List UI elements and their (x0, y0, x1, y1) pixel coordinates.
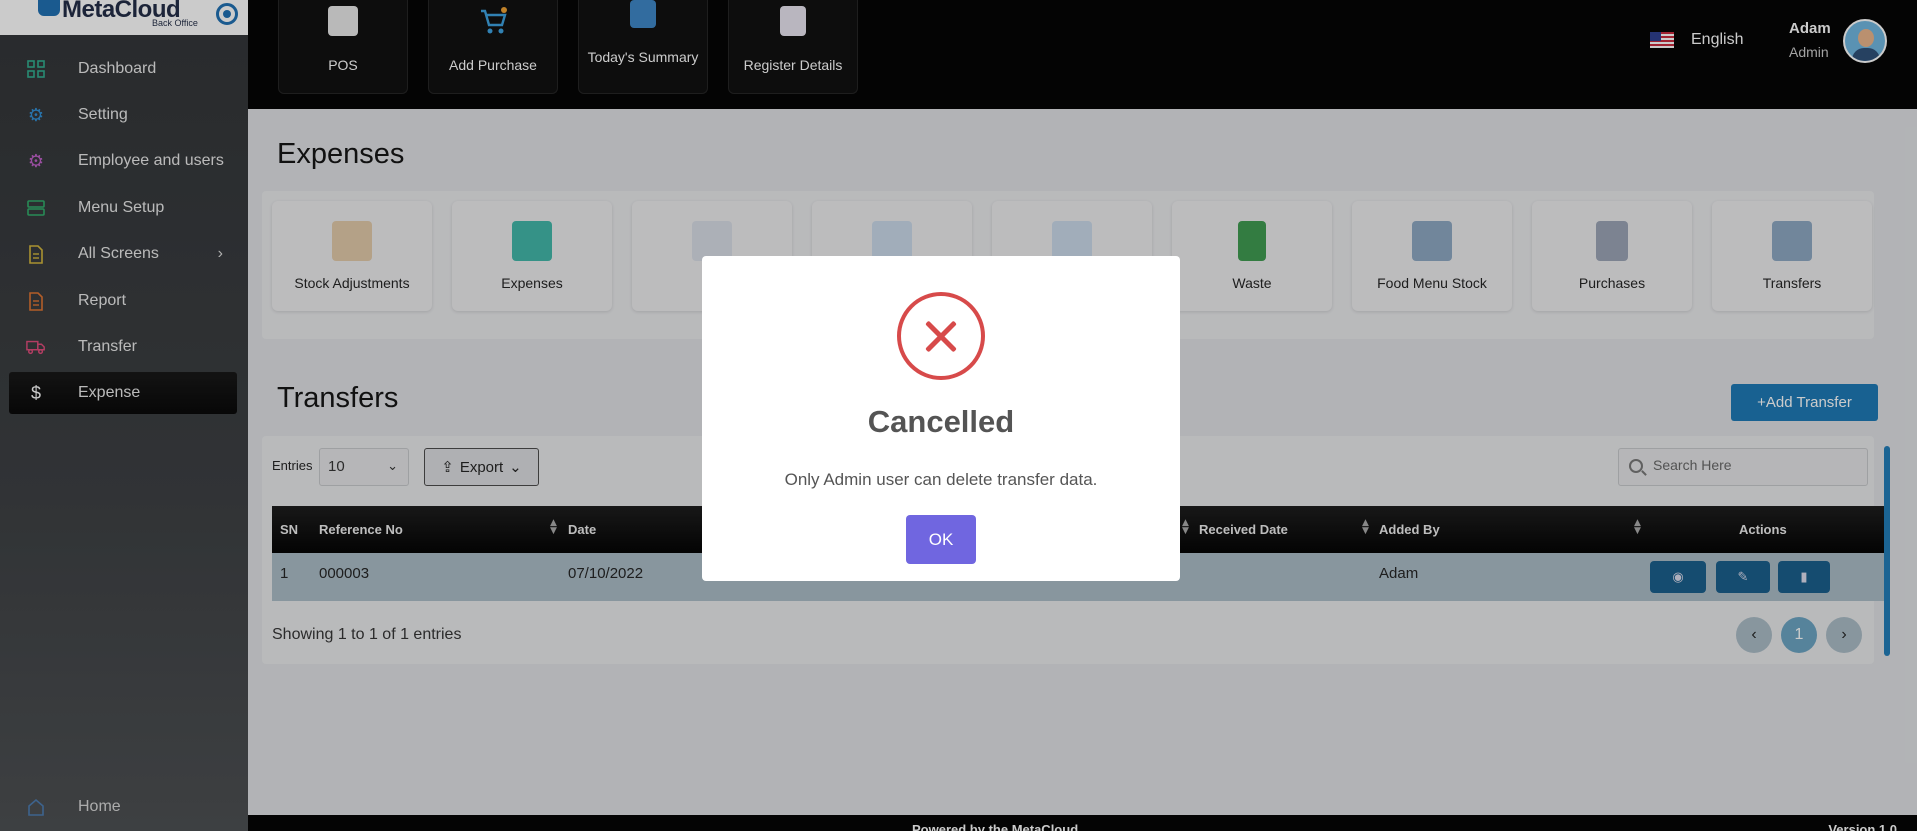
dialog-title: Cancelled (867, 404, 1015, 439)
dialog-message: Only Admin user can delete transfer data… (784, 470, 1098, 489)
ok-button[interactable]: OK (906, 515, 976, 564)
alert-dialog: Cancelled Only Admin user can delete tra… (702, 256, 1180, 581)
error-x-icon (897, 292, 985, 380)
